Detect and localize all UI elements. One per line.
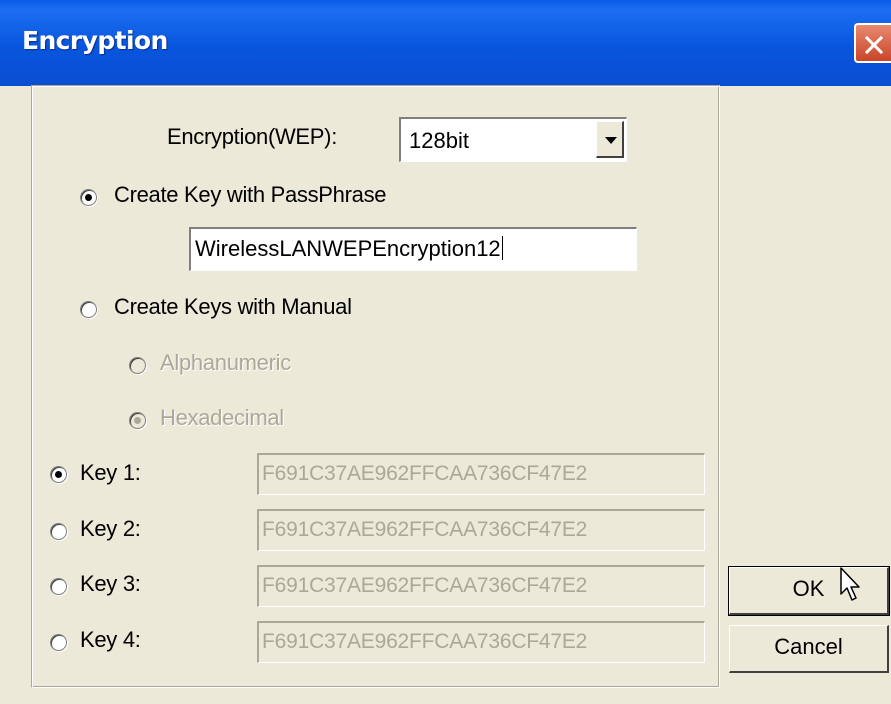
key4-label[interactable]: Key 4:	[80, 627, 141, 653]
window-title: Encryption	[22, 26, 168, 55]
cancel-button[interactable]: Cancel	[729, 625, 889, 673]
mouse-pointer-icon	[840, 567, 860, 601]
key1-field[interactable]: F691C37AE962FFCAA736CF47E2	[257, 453, 705, 495]
hexadecimal-label: Hexadecimal	[160, 405, 284, 430]
passphrase-input[interactable]: WirelessLANWEPEncryption12	[189, 227, 637, 271]
key4-radio[interactable]	[50, 634, 67, 651]
alphanumeric-radio[interactable]	[129, 357, 146, 374]
manual-radio[interactable]	[80, 301, 97, 318]
passphrase-radio[interactable]	[80, 189, 97, 206]
key3-label[interactable]: Key 3:	[80, 571, 141, 597]
key1-radio[interactable]	[50, 466, 67, 483]
key3-field[interactable]: F691C37AE962FFCAA736CF47E2	[257, 565, 705, 607]
key2-label[interactable]: Key 2:	[80, 516, 141, 542]
key3-radio[interactable]	[50, 578, 67, 595]
text-caret	[501, 236, 503, 260]
manual-option-label[interactable]: Create Keys with Manual	[114, 294, 352, 320]
encryption-select-value: 128bit	[409, 128, 469, 153]
key2-field[interactable]: F691C37AE962FFCAA736CF47E2	[257, 509, 705, 551]
ok-button[interactable]: OK	[728, 566, 890, 616]
passphrase-value: WirelessLANWEPEncryption12	[195, 236, 501, 261]
key4-field[interactable]: F691C37AE962FFCAA736CF47E2	[257, 621, 705, 663]
encryption-select[interactable]: 128bit	[399, 117, 627, 162]
close-button[interactable]	[854, 23, 891, 63]
title-bar[interactable]: Encryption	[0, 0, 891, 86]
key1-label[interactable]: Key 1:	[80, 460, 141, 486]
chevron-down-icon[interactable]	[596, 121, 624, 158]
hexadecimal-radio[interactable]	[129, 412, 146, 429]
alphanumeric-label: Alphanumeric	[160, 350, 291, 375]
close-icon	[864, 35, 884, 55]
key2-radio[interactable]	[50, 523, 67, 540]
passphrase-option-label[interactable]: Create Key with PassPhrase	[114, 182, 387, 208]
encryption-wep-label: Encryption(WEP):	[167, 124, 338, 149]
